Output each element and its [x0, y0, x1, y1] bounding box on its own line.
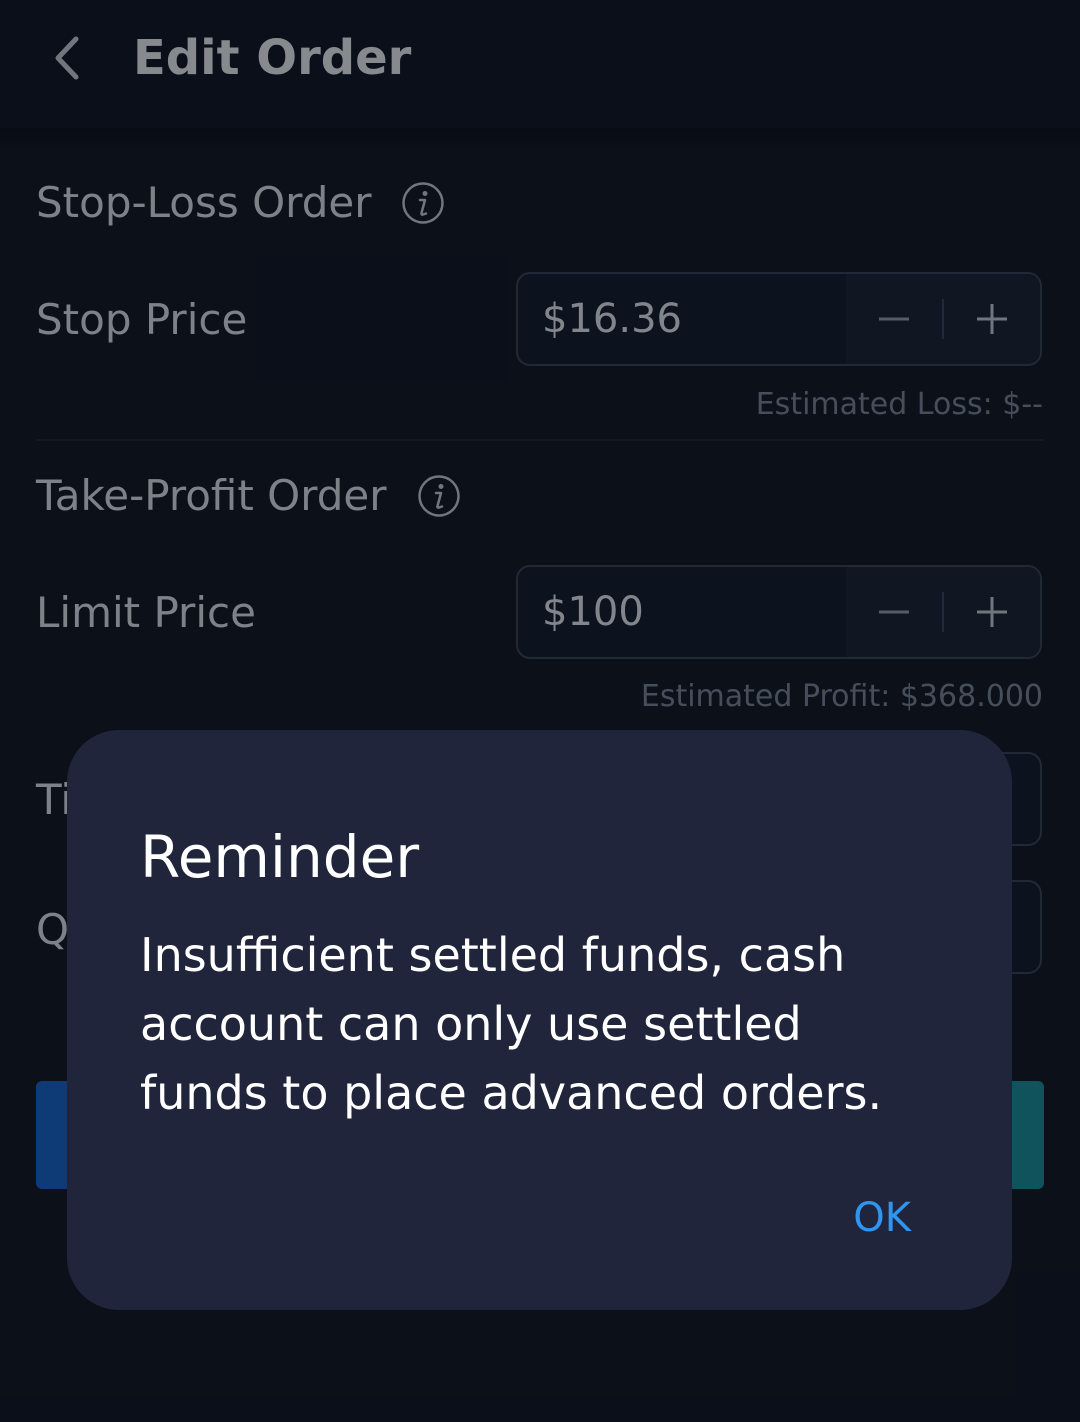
reminder-dialog: Reminder Insufficient settled funds, cas… [67, 730, 1012, 1310]
ok-button[interactable]: OK [853, 1192, 911, 1244]
dialog-message: Insufficient settled funds, cash account… [140, 928, 883, 1120]
dialog-title: Reminder [140, 823, 420, 891]
